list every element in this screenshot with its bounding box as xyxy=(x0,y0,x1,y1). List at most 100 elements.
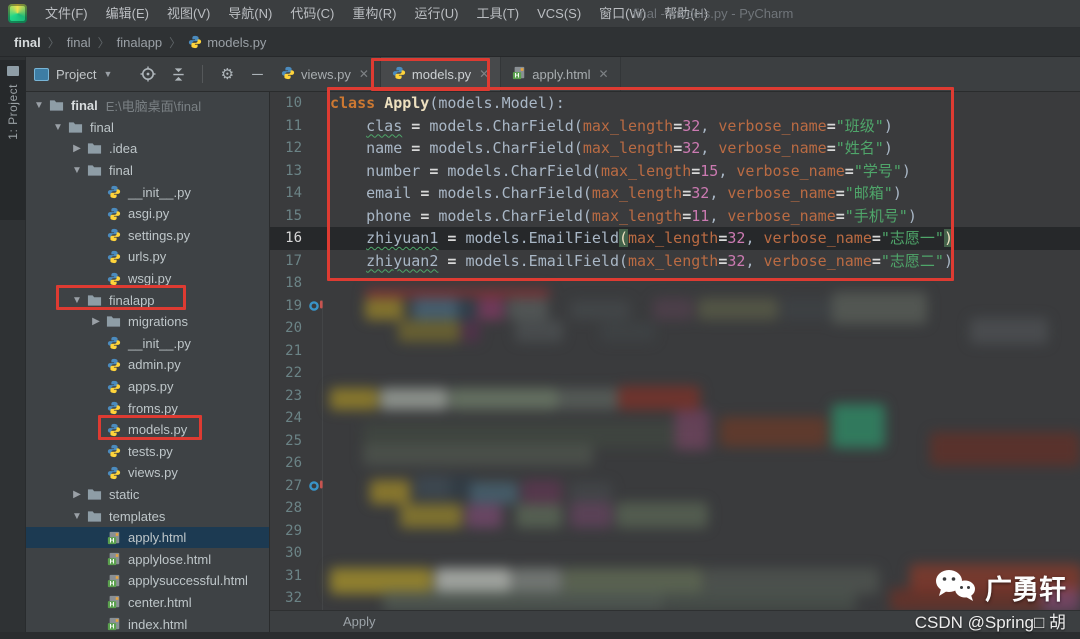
chevron-down-icon[interactable]: ▼ xyxy=(49,122,67,133)
close-tab-icon[interactable]: ✕ xyxy=(359,67,369,81)
menu-item-8[interactable]: VCS(S) xyxy=(528,0,590,28)
menu-item-7[interactable]: 工具(T) xyxy=(467,0,528,28)
tree-item-label: wsgi.py xyxy=(128,271,171,286)
locate-button[interactable] xyxy=(140,66,156,82)
project-view-selector[interactable]: Project ▼ xyxy=(34,67,112,82)
code-line-22[interactable]: 22 xyxy=(270,362,1080,385)
collapse-all-button[interactable] xyxy=(170,66,186,82)
chevron-right-icon[interactable]: ▶ xyxy=(68,489,86,500)
tree-item-urls-py[interactable]: urls.py xyxy=(26,246,269,268)
menu-item-5[interactable]: 重构(R) xyxy=(343,0,405,28)
tree-item-templates[interactable]: ▼templates xyxy=(26,505,269,527)
code-text xyxy=(330,272,1080,295)
tree-item-froms-py[interactable]: froms.py xyxy=(26,397,269,419)
tab-views-py[interactable]: views.py✕ xyxy=(270,57,381,91)
tree-item-final[interactable]: ▼final xyxy=(26,117,269,139)
code-line-14[interactable]: 14 email = models.CharField(max_length=3… xyxy=(270,182,1080,205)
editor-breadcrumb-item[interactable]: Apply xyxy=(343,614,376,629)
code-line-31[interactable]: 31 xyxy=(270,565,1080,588)
code-text: phone = models.CharField(max_length=11, … xyxy=(330,205,1080,228)
tree-item-label: migrations xyxy=(128,314,188,329)
code-line-15[interactable]: 15 phone = models.CharField(max_length=1… xyxy=(270,205,1080,228)
tree-item-static[interactable]: ▶static xyxy=(26,484,269,506)
chevron-down-icon[interactable]: ▼ xyxy=(68,165,86,176)
folder-icon xyxy=(105,315,122,328)
code-line-27[interactable]: 27 xyxy=(270,475,1080,498)
menu-item-3[interactable]: 导航(N) xyxy=(219,0,281,28)
code-line-29[interactable]: 29 xyxy=(270,520,1080,543)
chevron-right-icon[interactable]: ▶ xyxy=(87,316,105,327)
chevron-down-icon[interactable]: ▼ xyxy=(68,295,86,306)
code-line-10[interactable]: 10class Apply(models.Model): xyxy=(270,92,1080,115)
gutter-fold-column xyxy=(302,250,330,273)
breadcrumb-item-final[interactable]: final xyxy=(14,35,41,50)
project-panel-header: Project ▼ ⚙ ─ xyxy=(26,57,270,91)
html-icon: H xyxy=(105,531,122,545)
code-line-32[interactable]: 32 xyxy=(270,587,1080,610)
menu-item-4[interactable]: 代码(C) xyxy=(281,0,343,28)
hide-panel-button[interactable]: ─ xyxy=(249,66,265,82)
tree-item-apps-py[interactable]: apps.py xyxy=(26,376,269,398)
code-line-26[interactable]: 26 xyxy=(270,452,1080,475)
settings-button[interactable]: ⚙ xyxy=(219,66,235,82)
code-line-19[interactable]: 19 xyxy=(270,295,1080,318)
chevron-right-icon[interactable]: ▶ xyxy=(68,143,86,154)
close-tab-icon[interactable]: ✕ xyxy=(479,67,489,81)
breadcrumb-separator: 〉 xyxy=(169,34,181,51)
tree-item--idea[interactable]: ▶.idea xyxy=(26,138,269,160)
tree-item-__init__-py[interactable]: __init__.py xyxy=(26,333,269,355)
tree-item-models-py[interactable]: models.py xyxy=(26,419,269,441)
tree-item-settings-py[interactable]: settings.py xyxy=(26,225,269,247)
code-line-23[interactable]: 23 xyxy=(270,385,1080,408)
chevron-down-icon[interactable]: ▼ xyxy=(68,511,86,522)
py-icon xyxy=(105,423,122,437)
menu-item-0[interactable]: 文件(F) xyxy=(36,0,97,28)
tree-item-asgi-py[interactable]: asgi.py xyxy=(26,203,269,225)
code-line-11[interactable]: 11 clas = models.CharField(max_length=32… xyxy=(270,115,1080,138)
line-number: 14 xyxy=(270,182,302,205)
gutter-fold-column xyxy=(302,295,330,318)
tree-item-center-html[interactable]: Hcenter.html xyxy=(26,592,269,614)
breadcrumb-item-models-py[interactable]: models.py xyxy=(188,35,266,50)
code-line-24[interactable]: 24 xyxy=(270,407,1080,430)
tool-window-tab-project[interactable]: 1: Project xyxy=(0,60,26,220)
tab-models-py[interactable]: models.py✕ xyxy=(381,57,501,91)
tree-item-applylose-html[interactable]: Happlylose.html xyxy=(26,548,269,570)
tree-item-admin-py[interactable]: admin.py xyxy=(26,354,269,376)
tree-item-finalapp[interactable]: ▼finalapp xyxy=(26,289,269,311)
code-line-16[interactable]: 16 zhiyuan1 = models.EmailField(max_leng… xyxy=(270,227,1080,250)
menu-item-6[interactable]: 运行(U) xyxy=(405,0,467,28)
gutter-fold-column xyxy=(302,587,330,610)
code-line-25[interactable]: 25 xyxy=(270,430,1080,453)
code-text: name = models.CharField(max_length=32, v… xyxy=(330,137,1080,160)
tree-item-views-py[interactable]: views.py xyxy=(26,462,269,484)
tree-item-final[interactable]: ▼final xyxy=(26,160,269,182)
menu-item-1[interactable]: 编辑(E) xyxy=(97,0,158,28)
close-tab-icon[interactable]: ✕ xyxy=(599,67,609,81)
line-number: 21 xyxy=(270,340,302,363)
line-number: 11 xyxy=(270,115,302,138)
chevron-down-icon[interactable]: ▼ xyxy=(30,100,48,111)
tab-apply-html[interactable]: Happly.html✕ xyxy=(501,57,620,91)
code-line-13[interactable]: 13 number = models.CharField(max_length=… xyxy=(270,160,1080,183)
tree-item-tests-py[interactable]: tests.py xyxy=(26,441,269,463)
tree-item-applysuccessful-html[interactable]: Happlysuccessful.html xyxy=(26,570,269,592)
code-editor[interactable]: 10class Apply(models.Model):11 clas = mo… xyxy=(270,92,1080,610)
tree-item-final[interactable]: ▼finalE:\电脑桌面\final xyxy=(26,95,269,117)
tree-item-wsgi-py[interactable]: wsgi.py xyxy=(26,268,269,290)
code-line-30[interactable]: 30 xyxy=(270,542,1080,565)
gutter-fold-column xyxy=(302,205,330,228)
html-icon: H xyxy=(105,574,122,588)
menu-item-2[interactable]: 视图(V) xyxy=(158,0,219,28)
breadcrumb-item-final[interactable]: final xyxy=(67,35,91,50)
code-line-12[interactable]: 12 name = models.CharField(max_length=32… xyxy=(270,137,1080,160)
code-line-20[interactable]: 20 xyxy=(270,317,1080,340)
tree-item-migrations[interactable]: ▶ migrations xyxy=(26,311,269,333)
code-line-28[interactable]: 28 xyxy=(270,497,1080,520)
code-line-17[interactable]: 17 zhiyuan2 = models.EmailField(max_leng… xyxy=(270,250,1080,273)
tree-item-__init__-py[interactable]: __init__.py xyxy=(26,181,269,203)
breadcrumb-item-finalapp[interactable]: finalapp xyxy=(117,35,163,50)
code-line-21[interactable]: 21 xyxy=(270,340,1080,363)
code-line-18[interactable]: 18 xyxy=(270,272,1080,295)
tree-item-apply-html[interactable]: Happly.html xyxy=(26,527,269,549)
